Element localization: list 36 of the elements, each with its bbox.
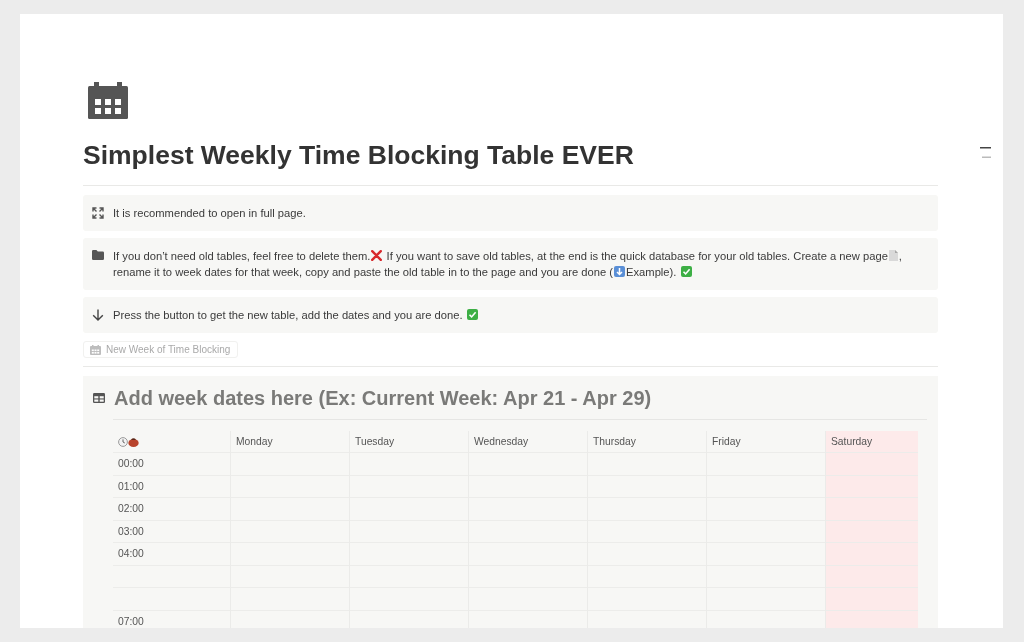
arrow-down-icon	[92, 309, 104, 321]
calendar-icon	[90, 344, 101, 355]
down-arrow-icon	[614, 266, 626, 277]
time-label: 00:00	[118, 458, 144, 470]
column-header: Thursday	[593, 436, 636, 447]
callout-text: ,	[898, 250, 902, 262]
callout-text: rename it to week dates for that week, copy and paste the old table in to the page and you are done (	[113, 266, 614, 278]
column-header: Friday	[712, 436, 741, 447]
expand-icon	[92, 207, 104, 219]
column-header: Wednesday	[474, 436, 529, 447]
callout-text: If you want to save old tables, at the end is the quick database for your old tables. Create a new page	[385, 250, 888, 262]
column-header: Tuesday	[355, 436, 395, 447]
cross-mark-icon	[371, 250, 383, 261]
document-icon	[888, 250, 898, 261]
folder-icon	[92, 250, 104, 260]
database-title: Add week dates here (Ex: Current Week: Apr 21 - Apr 29)	[114, 386, 652, 410]
time-label: 02:00	[118, 503, 144, 515]
callout-text: If you don’t need old tables, feel free to delete them.	[113, 250, 371, 262]
check-mark-icon	[680, 266, 692, 277]
callout-text: Example).	[626, 266, 678, 278]
check-mark-icon	[466, 309, 478, 320]
table-icon	[93, 393, 105, 403]
time-label: 01:00	[118, 480, 144, 492]
new-week-button[interactable]: New Week of Time Blocking	[83, 341, 239, 358]
callout-text: Press the button to get the new table, add the dates and you are done.	[113, 309, 464, 321]
clock-icon	[118, 436, 128, 447]
column-header: Monday	[236, 436, 273, 447]
callout-text: It is recommended to open in full page.	[113, 207, 306, 219]
column-header: Saturday	[831, 436, 873, 447]
calendar-icon	[88, 82, 128, 119]
time-label: 03:00	[118, 525, 144, 537]
tomato-icon	[128, 436, 139, 447]
time-label: 04:00	[118, 548, 144, 560]
outline-lines-icon[interactable]	[980, 147, 991, 158]
time-label: 07:00	[118, 615, 144, 627]
page-title: Simplest Weekly Time Blocking Table EVER	[83, 140, 634, 170]
